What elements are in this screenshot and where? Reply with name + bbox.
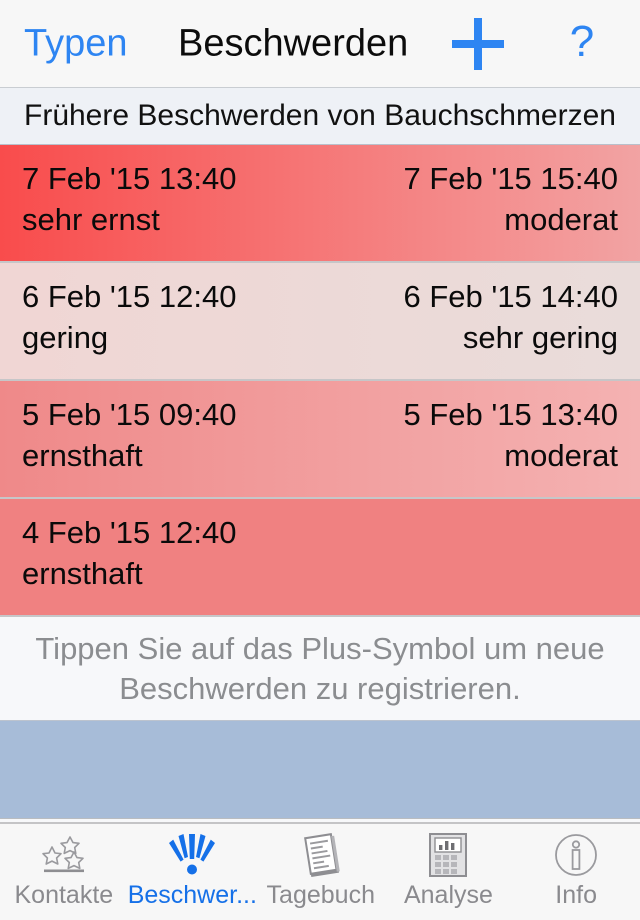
navigation-bar: Typen Beschwerden ? [0,0,640,88]
row-severities: gering sehr gering [22,320,618,357]
row-end-time: 6 Feb '15 14:40 [403,279,618,314]
row-start-severity: sehr ernst [22,201,160,237]
tab-label: Kontakte [14,881,114,909]
info-circle-icon [548,831,604,879]
row-start-severity: ernsthaft [22,555,143,591]
row-start-time: 4 Feb '15 12:40 [22,515,237,550]
row-start-time: 6 Feb '15 12:40 [22,279,237,314]
help-button[interactable]: ? [552,12,612,76]
tab-analyse[interactable]: Analyse [385,824,513,920]
calculator-icon [420,831,476,879]
table-row[interactable]: 4 Feb '15 12:40 ernsthaft [0,499,640,617]
exclamation-burst-icon [164,831,220,879]
stars-icon [36,831,92,879]
app-screen: Typen Beschwerden ? Frühere Beschwerden … [0,0,640,920]
tab-label: Beschwer... [127,881,257,909]
table-row[interactable]: 5 Feb '15 09:40 5 Feb '15 13:40 ernsthaf… [0,381,640,499]
row-end-time: 5 Feb '15 13:40 [403,397,618,432]
row-times: 7 Feb '15 13:40 7 Feb '15 15:40 [22,161,618,198]
row-times: 4 Feb '15 12:40 [22,515,618,552]
row-end-time: 7 Feb '15 15:40 [403,161,618,196]
hint-line-1: Tippen Sie auf das Plus-Symbol um neue [35,630,605,666]
tab-beschwerden[interactable]: Beschwer... [128,824,257,920]
row-severities: ernsthaft [22,556,618,593]
empty-state-hint: Tippen Sie auf das Plus-Symbol um neue B… [0,617,640,721]
page-title: Beschwerden [178,22,409,64]
notepad-icon [293,831,349,879]
tab-tagebuch[interactable]: Tagebuch [257,824,385,920]
table-row[interactable]: 6 Feb '15 12:40 6 Feb '15 14:40 gering s… [0,263,640,381]
table-row[interactable]: 7 Feb '15 13:40 7 Feb '15 15:40 sehr ern… [0,145,640,263]
selection-block [0,721,640,819]
add-button[interactable] [446,12,510,76]
tab-info[interactable]: Info [512,824,640,920]
tab-label: Analyse [403,881,493,909]
row-times: 5 Feb '15 09:40 5 Feb '15 13:40 [22,397,618,434]
back-button-typen[interactable]: Typen [24,22,128,65]
row-severities: sehr ernst moderat [22,202,618,239]
complaints-list: 7 Feb '15 13:40 7 Feb '15 15:40 sehr ern… [0,145,640,822]
row-times: 6 Feb '15 12:40 6 Feb '15 14:40 [22,279,618,316]
plus-icon [452,17,504,70]
tab-label: Tagebuch [266,881,375,909]
row-end-severity: moderat [504,437,618,473]
row-start-time: 7 Feb '15 13:40 [22,161,237,196]
row-end-severity: moderat [504,201,618,237]
row-start-severity: ernsthaft [22,437,143,473]
hint-line-2: Beschwerden zu registrieren. [119,670,521,706]
tab-bar: Kontakte Beschwer... Tagebuch Analyse In… [0,822,640,920]
row-end-severity: sehr gering [462,319,618,355]
tab-label: Info [555,881,597,909]
row-start-severity: gering [22,319,109,355]
tab-kontakte[interactable]: Kontakte [0,824,128,920]
row-start-time: 5 Feb '15 09:40 [22,397,237,432]
section-header: Frühere Beschwerden von Bauchschmerzen [0,88,640,145]
row-severities: ernsthaft moderat [22,438,618,475]
